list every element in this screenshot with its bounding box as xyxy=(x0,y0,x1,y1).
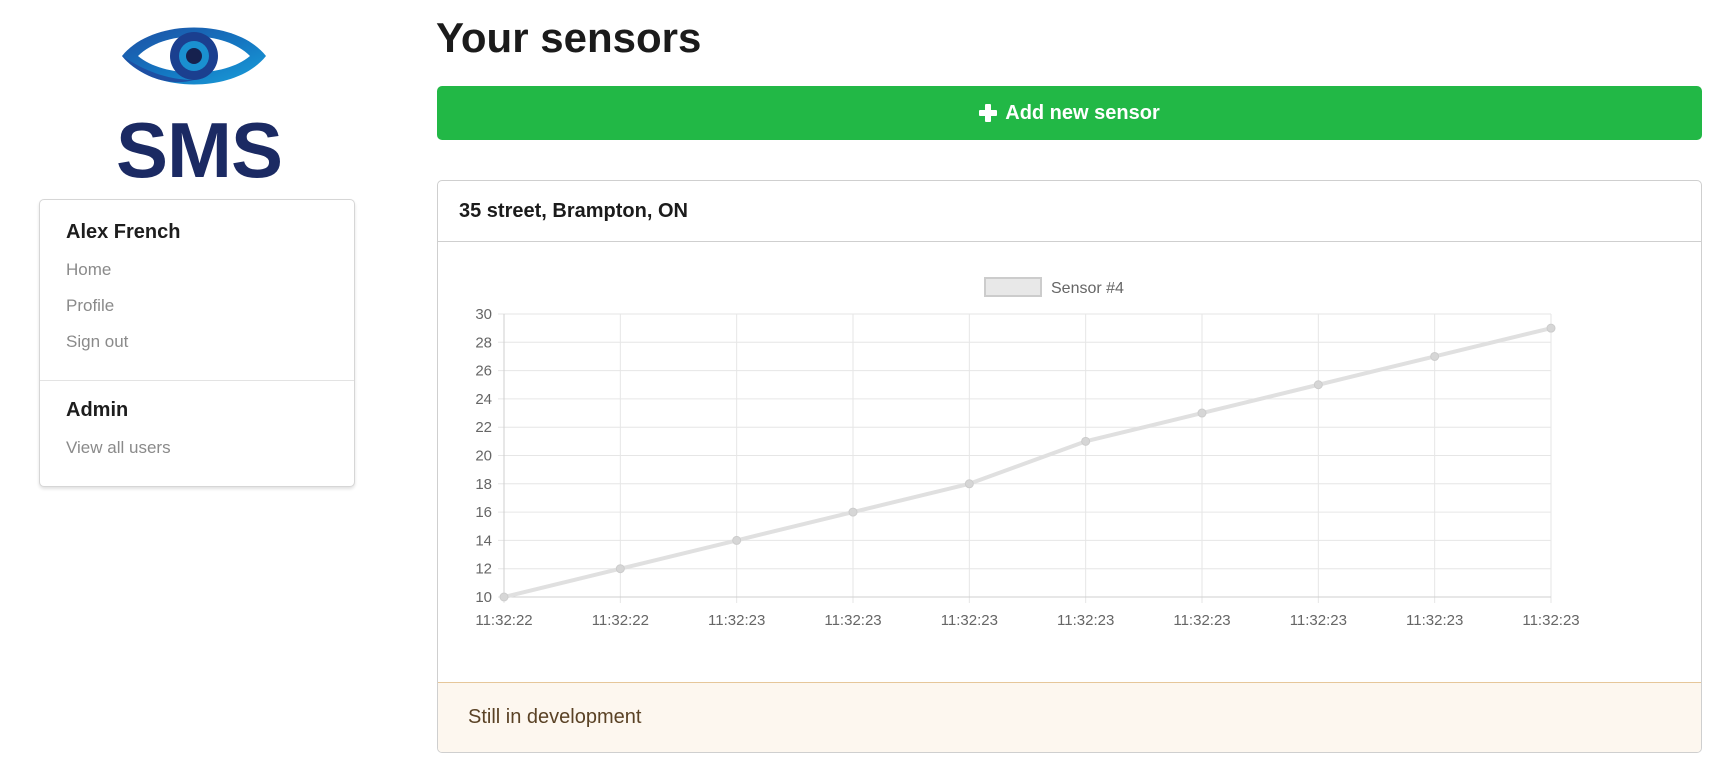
eye-icon: SMS xyxy=(116,27,283,182)
data-point xyxy=(1197,408,1207,418)
data-point xyxy=(1546,323,1556,333)
legend-label: Sensor #4 xyxy=(1051,280,1124,297)
data-point xyxy=(1430,351,1440,361)
data-point xyxy=(1081,436,1091,446)
y-tick-label: 28 xyxy=(475,334,492,351)
x-tick-label: 11:32:23 xyxy=(1406,612,1463,629)
sensor-location: 35 street, Brampton, ON xyxy=(438,181,1701,242)
legend-swatch xyxy=(984,277,1042,297)
y-tick-label: 10 xyxy=(475,589,492,606)
sensor-card: 35 street, Brampton, ON 10 12 14 16 18 20 22 24… xyxy=(437,180,1702,753)
sidebar-link-sign-out[interactable]: Sign out xyxy=(66,329,328,365)
x-tick-label: 11:32:23 xyxy=(824,612,881,629)
x-tick-label: 11:32:22 xyxy=(475,612,532,629)
x-tick-label: 11:32:23 xyxy=(1522,612,1579,629)
user-section: Alex French Home Profile Sign out xyxy=(40,200,354,380)
data-point xyxy=(732,535,742,545)
sidebar-link-profile[interactable]: Profile xyxy=(66,293,328,329)
data-point xyxy=(848,507,858,517)
x-tick-label: 11:32:23 xyxy=(1057,612,1114,629)
y-tick-label: 20 xyxy=(475,448,492,465)
data-point xyxy=(1313,380,1323,390)
series-line xyxy=(503,326,1552,599)
x-tick-label: 11:32:23 xyxy=(1290,612,1347,629)
x-tick-label: 11:32:23 xyxy=(941,612,998,629)
sidebar-link-home[interactable]: Home xyxy=(66,257,328,293)
y-tick-label: 22 xyxy=(475,419,492,436)
user-name: Alex French xyxy=(66,221,181,243)
x-tick-label: 11:32:23 xyxy=(708,612,765,629)
admin-section: Admin View all users xyxy=(40,381,354,460)
admin-title: Admin xyxy=(66,399,129,421)
sidebar-nav: Alex French Home Profile Sign out Admin … xyxy=(39,199,355,487)
logo-text: SMS xyxy=(116,106,282,182)
x-tick-label: 11:32:23 xyxy=(1173,612,1230,629)
sms-logo: SMS xyxy=(86,14,312,182)
y-tick-label: 12 xyxy=(475,561,492,578)
y-tick-label: 30 xyxy=(475,306,492,323)
add-new-sensor-button[interactable]: Add new sensor xyxy=(437,86,1702,140)
page-title: Your sensors xyxy=(436,14,702,61)
y-tick-label: 14 xyxy=(475,532,492,549)
y-tick-label: 24 xyxy=(475,391,492,408)
data-point xyxy=(499,592,509,602)
add-new-sensor-label: Add new sensor xyxy=(1005,101,1160,124)
y-tick-label: 26 xyxy=(475,363,492,380)
data-point xyxy=(964,479,974,489)
y-tick-label: 18 xyxy=(475,476,492,493)
y-tick-label: 16 xyxy=(475,504,492,521)
development-notice: Still in development xyxy=(438,682,1701,752)
sensor-chart: 10 12 14 16 18 20 22 24 26 28 30 11:32:22 11:32:22 11… xyxy=(438,242,1701,683)
plus-icon xyxy=(979,104,998,122)
line-chart: 10 12 14 16 18 20 22 24 26 28 30 11:32:22 11:32:22 11… xyxy=(475,277,1580,629)
data-point xyxy=(615,564,625,574)
x-tick-label: 11:32:22 xyxy=(592,612,649,629)
sidebar-link-view-all-users[interactable]: View all users xyxy=(66,436,328,460)
